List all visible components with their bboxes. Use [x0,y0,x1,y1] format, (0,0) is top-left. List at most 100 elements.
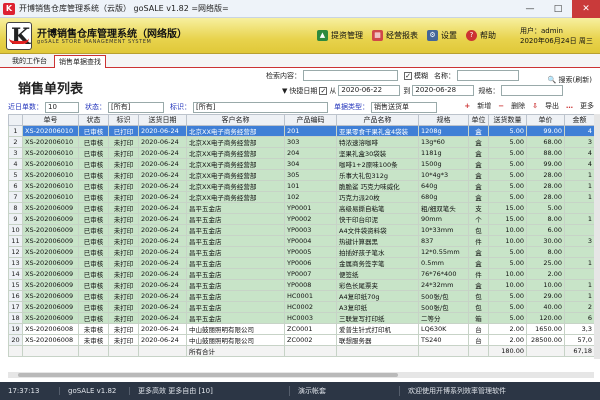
table-row[interactable]: 2 XS-202006010 已审核 未打印 2020-06-24 北京XX电子商务经营部… [8,136,595,148]
date-dropdown-icon[interactable]: ▼ [282,87,287,95]
maximize-button[interactable]: □ [544,0,572,18]
recent-count-select[interactable]: 10 [45,101,79,113]
table-row[interactable]: 16 XS-202006009 已审核 未打印 2020-06-24 昌平五金店 HC000… [8,290,595,302]
table-cell: 1181g [418,147,469,159]
doc-type-select[interactable]: 销售送货单 [371,101,437,113]
spec-input[interactable] [501,85,564,96]
table-cell: 彩色长尾票夹 [336,279,419,291]
nav-reports[interactable]: ▦ 经营报表 [372,30,418,41]
more-button[interactable]: … 更多 [566,101,594,111]
search-content-input[interactable] [303,70,398,81]
table-row[interactable]: 9 XS-202006009 已审核 未打印 2020-06-24 昌平五金店 YP0002… [8,213,595,225]
table-cell: XS-202006010 [22,136,79,148]
table-row[interactable]: 15 XS-202006009 已审核 未打印 2020-06-24 昌平五金店 YP000… [8,279,595,291]
scroll-thumb[interactable] [18,373,398,377]
table-cell: 5.00 [488,301,527,313]
column-header[interactable]: 单号 [22,114,79,126]
table-cell: 5 [8,169,23,181]
export-button[interactable]: ⇩ 导出 [532,101,559,111]
table-cell: 2020-06-24 [138,180,187,192]
table-cell: 脆脆鲨 巧克力味威化 [336,180,419,192]
column-header[interactable]: 标识 [108,114,139,126]
column-header[interactable]: 状态 [78,114,109,126]
table-cell: 99.00 [526,125,565,137]
table-row[interactable]: 8 XS-202006009 已审核 未打印 2020-06-24 昌平五金店 YP0001… [8,202,595,214]
table-cell: 1 [564,213,595,225]
to-date-input[interactable]: 2020-06-28 [412,85,475,96]
table-cell: 2020-06-24 [138,301,187,313]
table-cell: YP0006 [284,257,337,269]
status-select[interactable]: [所有] [108,101,164,113]
column-header[interactable]: 产品编码 [284,114,337,126]
table-row[interactable]: 14 XS-202006009 已审核 未打印 2020-06-24 昌平五金店 YP000… [8,268,595,280]
column-header[interactable]: 送货数量 [488,114,527,126]
nav-employee[interactable]: ▲ 提资管理 [317,30,363,41]
column-header[interactable]: 客户名称 [186,114,285,126]
table-row[interactable]: 12 XS-202006009 已审核 未打印 2020-06-24 昌平五金店 YP000… [8,246,595,258]
column-header[interactable]: 产品名称 [336,114,419,126]
name-input[interactable] [457,70,519,81]
fuzzy-checkbox[interactable]: ✓ [404,71,412,80]
table-row[interactable]: 13 XS-202006009 已审核 未打印 2020-06-24 昌平五金店 YP000… [8,257,595,269]
table-row[interactable]: 19 XS-202006008 未审核 未打印 2020-06-24 中山鼓丽照明有限公司… [8,323,595,335]
table-row[interactable]: 18 XS-202006009 已审核 未打印 2020-06-24 昌平五金店 HC000… [8,312,595,324]
table-cell: 未打印 [108,235,139,247]
table-cell: 昌平五金店 [186,224,285,236]
table-row[interactable]: 17 XS-202006009 已审核 未打印 2020-06-24 昌平五金店 HC000… [8,301,595,313]
search-refresh-button[interactable]: 🔍 搜索(刷新) [548,75,592,85]
table-row[interactable]: 6 XS-202006010 已审核 未打印 2020-06-24 北京XX电子商务经营部… [8,180,595,192]
column-header[interactable] [8,114,23,126]
table-row[interactable]: 20 XS-202006008 未审核 未打印 2020-06-24 中山鼓丽照明有限公司… [8,334,595,346]
brand-name: 开博销售仓库管理系统（网络版） [37,29,187,40]
action-bar: + 新增 − 删除 ⇩ 导出 … 更多 [457,101,594,111]
table-cell: 13g*60 [418,136,469,148]
horizontal-scrollbar[interactable] [8,372,594,378]
table-cell: 已审核 [78,246,109,258]
delete-button[interactable]: − 删除 [498,101,525,111]
table-cell: 18 [8,312,23,324]
nav-settings[interactable]: ⚙ 设置 [427,30,457,41]
table-cell: 二等分 [418,312,469,324]
table-cell: YP0004 [284,235,337,247]
column-header[interactable]: 单价 [526,114,565,126]
table-row[interactable]: 3 XS-202006010 已审核 未打印 2020-06-24 北京XX电子商务经营部… [8,147,595,159]
minimize-button[interactable]: — [516,0,544,18]
nav-help[interactable]: ? 帮助 [466,30,496,41]
vertical-scrollbar[interactable] [594,114,600,359]
column-header[interactable]: 单位 [468,114,489,126]
table-cell: 未打印 [108,147,139,159]
column-header[interactable]: 金额 [564,114,595,126]
column-header[interactable]: 规格 [418,114,469,126]
fuzzy-label: 模糊 [414,71,428,80]
date-checkbox[interactable]: ✓ [319,86,328,95]
table-cell: 5.00 [488,257,527,269]
nav-label: 设置 [441,31,457,40]
table-cell: 15.00 [488,213,527,225]
table-cell: 已审核 [78,202,109,214]
table-cell: 1208g [418,125,469,137]
table-row[interactable]: 1 XS-202006010 已审核 已打印 2020-06-24 北京XX电子商务经营部… [8,125,595,137]
table-row[interactable]: 4 XS-202006010 已审核 未打印 2020-06-24 北京XX电子商务经营部… [8,158,595,170]
table-cell: 未打印 [108,169,139,181]
column-header[interactable]: 送货日期 [138,114,187,126]
close-button[interactable]: ✕ [572,0,600,18]
search-row-2: ▼ 快捷日期 ✓ 从 2020-06-22 到 2020-06-28 规格： [282,85,564,96]
table-cell: 4 [8,158,23,170]
table-cell: 305 [284,169,337,181]
add-icon: + [464,102,471,110]
table-row[interactable]: 10 XS-202006009 已审核 未打印 2020-06-24 昌平五金店 YP000… [8,224,595,236]
mark-select[interactable]: [所有] [193,101,328,113]
table-cell: 120.00 [526,312,565,324]
tab-sales-search[interactable]: 销售单据查找 [54,55,106,68]
table-row[interactable]: 7 XS-202006010 已审核 未打印 2020-06-24 北京XX电子商务经营部… [8,191,595,203]
more-label: 更多 [580,102,594,110]
table-cell: 2020-06-24 [138,125,187,137]
table-cell: 支 [468,202,489,214]
tab-workspace[interactable]: 我的工作台 [8,55,51,68]
table-cell: 6.00 [526,224,565,236]
table-cell: 北京XX电子商务经营部 [186,191,285,203]
add-button[interactable]: + 新增 [464,101,491,111]
table-row[interactable]: 5 XS-202006010 已审核 未打印 2020-06-24 北京XX电子商务经营部… [8,169,595,181]
table-row[interactable]: 11 XS-202006009 已审核 未打印 2020-06-24 昌平五金店 YP000… [8,235,595,247]
from-date-input[interactable]: 2020-06-22 [338,85,401,96]
